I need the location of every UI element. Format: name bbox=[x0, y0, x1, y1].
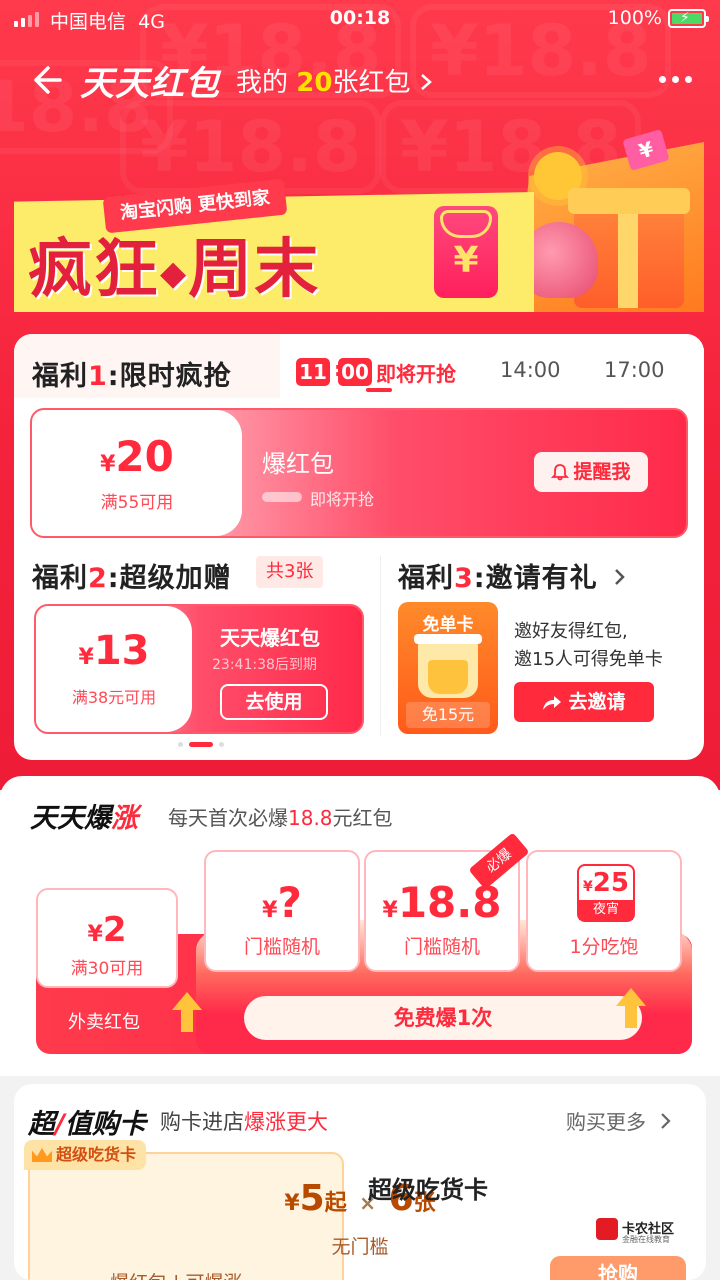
banner-title: 疯狂◆周末 bbox=[28, 233, 321, 307]
share-arrow-icon bbox=[543, 696, 562, 710]
tab-indicator bbox=[366, 388, 392, 392]
battery-icon: ⚡ bbox=[668, 9, 709, 28]
value-card-section: 超/值购卡 购卡进店爆涨更大 购买更多 超级吃货卡 ¥5起 × 6张 无门槛 爆… bbox=[14, 1084, 706, 1280]
use-coupon-button[interactable]: 去使用 bbox=[220, 684, 328, 720]
coupon-value: ¥20 满55可用 bbox=[32, 410, 242, 536]
coupon-amount: ¥? bbox=[262, 878, 302, 927]
coupon-condition: 1分吃饱 bbox=[569, 936, 639, 958]
battery-percent: 100% bbox=[607, 7, 662, 29]
coupon-condition: 满38元可用 bbox=[71, 688, 157, 707]
timer-minutes: 00 bbox=[338, 358, 372, 386]
timer-hours: 11 bbox=[296, 358, 330, 386]
coupon-amount: ¥18.8 bbox=[382, 878, 502, 927]
free-boost-button[interactable]: 免费爆1次 bbox=[244, 996, 642, 1040]
coupon-condition: 门槛随机 bbox=[243, 936, 320, 958]
free-card-title: 免单卡 bbox=[422, 615, 474, 635]
back-arrow-icon[interactable] bbox=[26, 60, 66, 100]
up-arrow-icon bbox=[616, 988, 646, 1028]
foodie-feature: 爆红包 | 可爆涨 bbox=[110, 1268, 242, 1280]
chevron-right-icon bbox=[661, 1113, 671, 1129]
bonus-coupon[interactable]: ¥13 满38元可用 天天爆红包 23:41:38后到期 去使用 bbox=[34, 604, 364, 734]
coupon-value: ¥13 满38元可用 bbox=[36, 606, 192, 732]
promo-banner[interactable]: ¥ 淘宝闪购 更快到家 疯狂◆周末 ¥ bbox=[14, 129, 704, 312]
chevron-right-icon bbox=[615, 569, 625, 585]
card-name: 超级吃货卡 bbox=[368, 1176, 488, 1204]
welfare3-title[interactable]: 福利3:邀请有礼 bbox=[398, 556, 626, 595]
bell-icon bbox=[551, 464, 570, 481]
night-snack-tag: ¥25 夜宵 bbox=[577, 864, 635, 922]
more-options-icon[interactable] bbox=[652, 64, 692, 94]
chevron-right-icon bbox=[420, 74, 432, 90]
takeout-label: 外卖红包 bbox=[68, 1012, 140, 1033]
page-title: 天天红包 bbox=[80, 64, 220, 104]
invite-description: 邀好友得红包, 邀15人可得免单卡 bbox=[514, 621, 663, 670]
foodie-card-price: ¥5起 × 6张 bbox=[284, 1178, 436, 1219]
coupon-condition: 满30可用 bbox=[70, 959, 144, 979]
section-title: 天天爆涨 bbox=[30, 803, 138, 834]
coupon-amount: ¥20 bbox=[100, 432, 174, 481]
tab-1700[interactable]: 17:00 bbox=[604, 358, 665, 382]
remind-me-button[interactable]: 提醒我 bbox=[534, 452, 648, 492]
coupon-condition: 门槛随机 bbox=[403, 936, 480, 958]
boost-card-night[interactable]: ¥25 夜宵 1分吃饱 bbox=[526, 850, 682, 972]
coupon-name: 天天爆红包 bbox=[220, 626, 320, 650]
grab-button[interactable]: 抢购 bbox=[550, 1256, 686, 1280]
tab-current[interactable]: 即将开抢 bbox=[376, 358, 456, 387]
my-coupons-link[interactable]: 我的 20张红包 bbox=[236, 62, 433, 99]
divider bbox=[380, 556, 381, 736]
coupon-amount: ¥25 bbox=[583, 868, 629, 898]
coupon-amount: ¥13 bbox=[78, 628, 150, 674]
coupon-total-badge: 共3张 bbox=[256, 556, 324, 588]
welfare1-title: 福利1:限时疯抢 bbox=[32, 361, 232, 392]
boost-card-random[interactable]: ¥? 门槛随机 bbox=[204, 850, 360, 972]
status-bar: 中国电信 4G 00:18 100% ⚡ bbox=[0, 0, 720, 38]
coupon-condition: 满55可用 bbox=[100, 493, 174, 513]
watermark-logo: 卡农社区 金融在线教育 bbox=[596, 1218, 696, 1248]
coupon-amount: ¥2 bbox=[87, 910, 127, 950]
up-arrow-icon bbox=[172, 992, 202, 1032]
welfare2-title: 福利2:超级加赠 bbox=[32, 563, 232, 594]
drink-cup-icon bbox=[414, 634, 482, 698]
progress-bar bbox=[262, 492, 302, 502]
red-envelope-icon: ¥ bbox=[434, 206, 498, 298]
buy-more-link[interactable]: 购买更多 bbox=[566, 1106, 672, 1135]
free-order-card[interactable]: 免单卡 免15元 bbox=[398, 602, 498, 734]
coupon-status: 即将开抢 bbox=[310, 490, 375, 509]
flash-coupon[interactable]: ¥20 满55可用 爆红包 即将开抢 提醒我 bbox=[30, 408, 688, 538]
boost-card-takeout[interactable]: ¥2 满30可用 bbox=[36, 888, 178, 988]
section-title: 超/值购卡 bbox=[28, 1109, 146, 1140]
tab-1400[interactable]: 14:00 bbox=[500, 358, 561, 382]
coupon-count: 20 bbox=[296, 68, 333, 98]
coupon-name: 爆红包 bbox=[262, 450, 334, 478]
section-subtitle: 每天首次必爆18.8元红包 bbox=[168, 806, 393, 830]
nav-bar: 天天红包 我的 20张红包 bbox=[0, 50, 720, 110]
section-subtitle: 购卡进店爆涨更大 bbox=[160, 1110, 328, 1134]
night-tag-label: 夜宵 bbox=[579, 900, 633, 920]
invite-button[interactable]: 去邀请 bbox=[514, 682, 654, 722]
coupon-expiry: 23:41:38后到期 bbox=[212, 657, 317, 673]
carousel-dots bbox=[178, 742, 224, 747]
welfare-card: 福利1:限时疯抢 11 : 00 即将开抢 14:00 17:00 ¥20 满5… bbox=[14, 334, 704, 760]
free-card-value: 免15元 bbox=[406, 702, 490, 728]
